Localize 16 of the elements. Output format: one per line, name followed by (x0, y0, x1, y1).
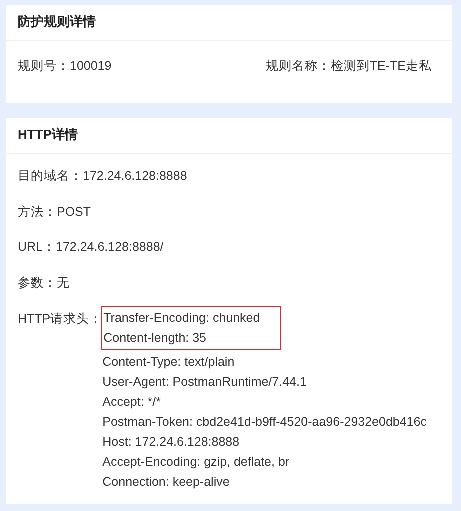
field-text: 规则号：100019 (18, 58, 112, 75)
header-line: Host: 172.24.6.128:8888 (102, 434, 241, 451)
section-title: HTTP详情 (6, 118, 452, 154)
field-label: HTTP请求头： (18, 311, 103, 328)
header-line: User-Agent: PostmanRuntime/7.44.1 (102, 374, 308, 391)
header-line: Content-Type: text/plain (102, 354, 236, 371)
section-title: 防护规则详情 (6, 5, 452, 41)
header-line: Accept-Encoding: gzip, deflate, br (102, 454, 291, 471)
field-text: URL：172.24.6.128:8888/ (18, 239, 165, 256)
field-text: 方法：POST (18, 204, 92, 220)
field-text: 目的域名：172.24.6.128:8888 (18, 168, 188, 185)
header-line: Postman-Token: cbd2e41d-b9ff-4520-aa96-2932e0db416c (102, 414, 427, 431)
field-text: 参数：无 (18, 274, 71, 292)
header-line: Accept: */* (102, 394, 162, 411)
header-line: Connection: keep-alive (102, 474, 231, 491)
field-text: 规则名称：检测到TE-TE走私 (266, 58, 432, 75)
